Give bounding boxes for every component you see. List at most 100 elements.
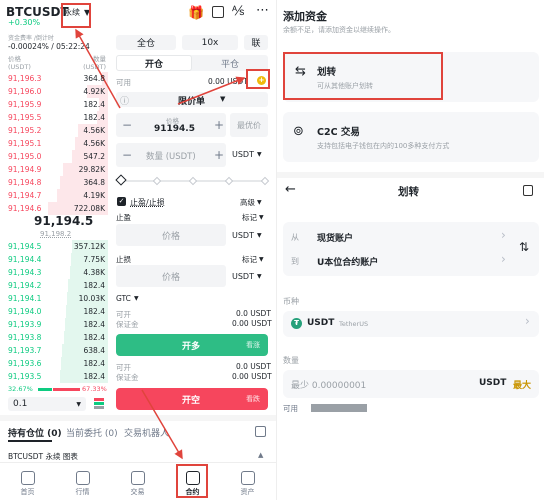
ob-price-header-label: 价格 xyxy=(8,55,21,63)
coin-symbol: USDT xyxy=(307,318,335,328)
ask-row[interactable]: 91,195.5 182.4 xyxy=(0,111,108,124)
caret-down-icon: ▼ xyxy=(220,95,226,103)
max-button[interactable]: 最大 xyxy=(513,378,531,391)
sl-trigger-value: 标记 xyxy=(242,255,257,264)
ask-price: 91,194.8 xyxy=(8,178,42,187)
minus-icon[interactable]: − xyxy=(122,118,132,132)
ask-row[interactable]: 91,196.3 364.8 xyxy=(0,72,108,85)
multi-asset-button[interactable]: 联 xyxy=(244,35,268,50)
slider-mark[interactable] xyxy=(260,176,270,186)
slider-handle[interactable] xyxy=(115,174,127,186)
bid-row[interactable]: 91,194.1 10.03K xyxy=(0,292,108,305)
time-in-force-select[interactable]: GTC ▼ xyxy=(116,294,139,303)
amount-input[interactable]: 最少 0.00000001 USDT 最大 xyxy=(283,370,539,398)
ticker-row[interactable]: BTCUSDT 永续 图表 xyxy=(8,451,78,462)
tp-label: 止盈 xyxy=(116,213,131,222)
tp-price-input[interactable]: 价格 xyxy=(116,224,226,246)
slider-mark[interactable] xyxy=(224,176,234,186)
bid-row[interactable]: 91,193.5 182.4 xyxy=(0,370,108,383)
ask-price: 91,195.2 xyxy=(8,126,42,135)
open-long-label: 开多 xyxy=(182,342,201,352)
sl-price-input[interactable]: 价格 xyxy=(116,265,226,287)
order-history-icon[interactable] xyxy=(255,426,266,437)
ask-row[interactable]: 91,195.2 4.56K xyxy=(0,124,108,137)
transfer-history-icon[interactable] xyxy=(523,185,533,196)
sl-price-placeholder: 价格 xyxy=(162,273,181,283)
ask-qty: 4.56K xyxy=(83,126,105,135)
tab-trading-bots[interactable]: 交易机器人 xyxy=(124,426,169,439)
advanced-dropdown[interactable]: 高级 ▼ xyxy=(240,197,262,208)
chart-icon[interactable] xyxy=(212,6,224,18)
sl-unit-select[interactable]: USDT ▼ xyxy=(232,272,262,281)
sl-trigger-select[interactable]: 标记 ▼ xyxy=(242,254,264,265)
back-arrow-icon[interactable]: ← xyxy=(285,182,296,197)
gift-icon[interactable]: 🎁 xyxy=(188,6,204,21)
minus-icon[interactable]: − xyxy=(122,148,132,162)
bid-row[interactable]: 91,193.6 182.4 xyxy=(0,357,108,370)
quantity-input[interactable]: − 数量 (USDT) + xyxy=(116,143,226,167)
leverage-button[interactable]: 10x xyxy=(182,35,238,50)
tp-trigger-select[interactable]: 标记 ▼ xyxy=(242,212,264,223)
bid-row[interactable]: 91,193.8 182.4 xyxy=(0,331,108,344)
caret-down-icon: ▼ xyxy=(256,232,262,239)
available-value: 0.00 USDT xyxy=(208,77,248,86)
tab-open-orders[interactable]: 当前委托 (0) xyxy=(66,426,118,439)
bid-row[interactable]: 91,193.7 638.4 xyxy=(0,344,108,357)
ask-row[interactable]: 91,194.8 364.8 xyxy=(0,176,108,189)
calculator-icon[interactable]: ⅍ xyxy=(232,3,244,19)
coin-name: TetherUS xyxy=(339,320,369,328)
slider-mark[interactable] xyxy=(188,176,198,186)
order-type-select[interactable]: ⓘ 限价单 ▼ xyxy=(116,92,268,107)
bid-price: 91,194.2 xyxy=(8,281,42,290)
nav-home[interactable]: 首页 xyxy=(0,471,55,497)
symbol-title[interactable]: BTCUSDT xyxy=(6,5,69,19)
ask-row[interactable]: 91,194.9 29.82K xyxy=(0,163,108,176)
plus-icon[interactable]: + xyxy=(214,118,224,132)
bid-qty: 357.12K xyxy=(73,242,105,251)
bid-row[interactable]: 91,194.0 182.4 xyxy=(0,305,108,318)
nav-assets[interactable]: 资产 xyxy=(220,471,275,497)
bid-qty: 182.4 xyxy=(83,320,105,329)
precision-select[interactable]: 0.1 ▼ xyxy=(8,397,86,411)
open-long-button[interactable]: 开多 看涨 xyxy=(116,334,268,356)
orderbook-layout-icon[interactable] xyxy=(94,398,104,410)
open-short-button[interactable]: 开空 看跌 xyxy=(116,388,268,410)
tab-positions[interactable]: 持有仓位 (0) xyxy=(8,426,62,439)
slider-mark[interactable] xyxy=(152,176,162,186)
margin-value-2: 0.00 USDT xyxy=(232,372,272,381)
best-price-button[interactable]: 最优价 xyxy=(230,113,268,137)
c2c-option[interactable]: ⊚ C2C 交易 支持包括电子钱包在内的100多种支付方式 xyxy=(283,112,539,162)
ask-price: 91,195.0 xyxy=(8,152,42,161)
margin-mode-button[interactable]: 全仓 xyxy=(116,35,176,50)
ask-row[interactable]: 91,195.1 4.56K xyxy=(0,137,108,150)
bid-qty: 182.4 xyxy=(83,281,105,290)
margin-label-2: 保证金 xyxy=(116,373,139,382)
ask-row[interactable]: 91,195.0 547.2 xyxy=(0,150,108,163)
nav-trade[interactable]: 交易 xyxy=(110,471,165,497)
quantity-unit-select[interactable]: USDT ▼ xyxy=(232,150,262,159)
tp-unit-select[interactable]: USDT ▼ xyxy=(232,231,262,240)
from-account[interactable]: 现货账户 xyxy=(317,231,353,244)
funding-label: 资金费率 /倒计时 xyxy=(8,35,54,42)
sell-ratio: 67.33% xyxy=(82,385,107,393)
bid-price: 91,193.6 xyxy=(8,359,42,368)
to-account[interactable]: U本位合约账户 xyxy=(317,255,378,268)
more-icon[interactable]: ⋯ xyxy=(256,3,269,18)
ask-row[interactable]: 91,194.7 4.19K xyxy=(0,189,108,202)
trade-icon xyxy=(130,471,145,485)
swap-icon[interactable]: ⇅ xyxy=(519,240,529,254)
nav-markets[interactable]: 行情 xyxy=(55,471,110,497)
collapse-icon[interactable]: ▲ xyxy=(258,451,263,459)
price-input[interactable]: − 价格 91194.5 + xyxy=(116,113,226,137)
bid-row[interactable]: 91,194.3 4.38K xyxy=(0,266,108,279)
ask-row[interactable]: 91,195.9 182.4 xyxy=(0,98,108,111)
ask-row[interactable]: 91,196.0 4.92K xyxy=(0,85,108,98)
bid-row[interactable]: 91,194.4 7.75K xyxy=(0,253,108,266)
bid-row[interactable]: 91,193.9 182.4 xyxy=(0,318,108,331)
plus-icon[interactable]: + xyxy=(214,148,224,162)
tpsl-checkbox[interactable]: ✓ xyxy=(117,197,126,206)
bid-row[interactable]: 91,194.2 182.4 xyxy=(0,279,108,292)
bid-row[interactable]: 91,194.5 357.12K xyxy=(0,240,108,253)
tab-open[interactable]: 开仓 xyxy=(116,55,192,71)
coin-select[interactable]: ₮ USDT TetherUS › xyxy=(283,311,539,337)
